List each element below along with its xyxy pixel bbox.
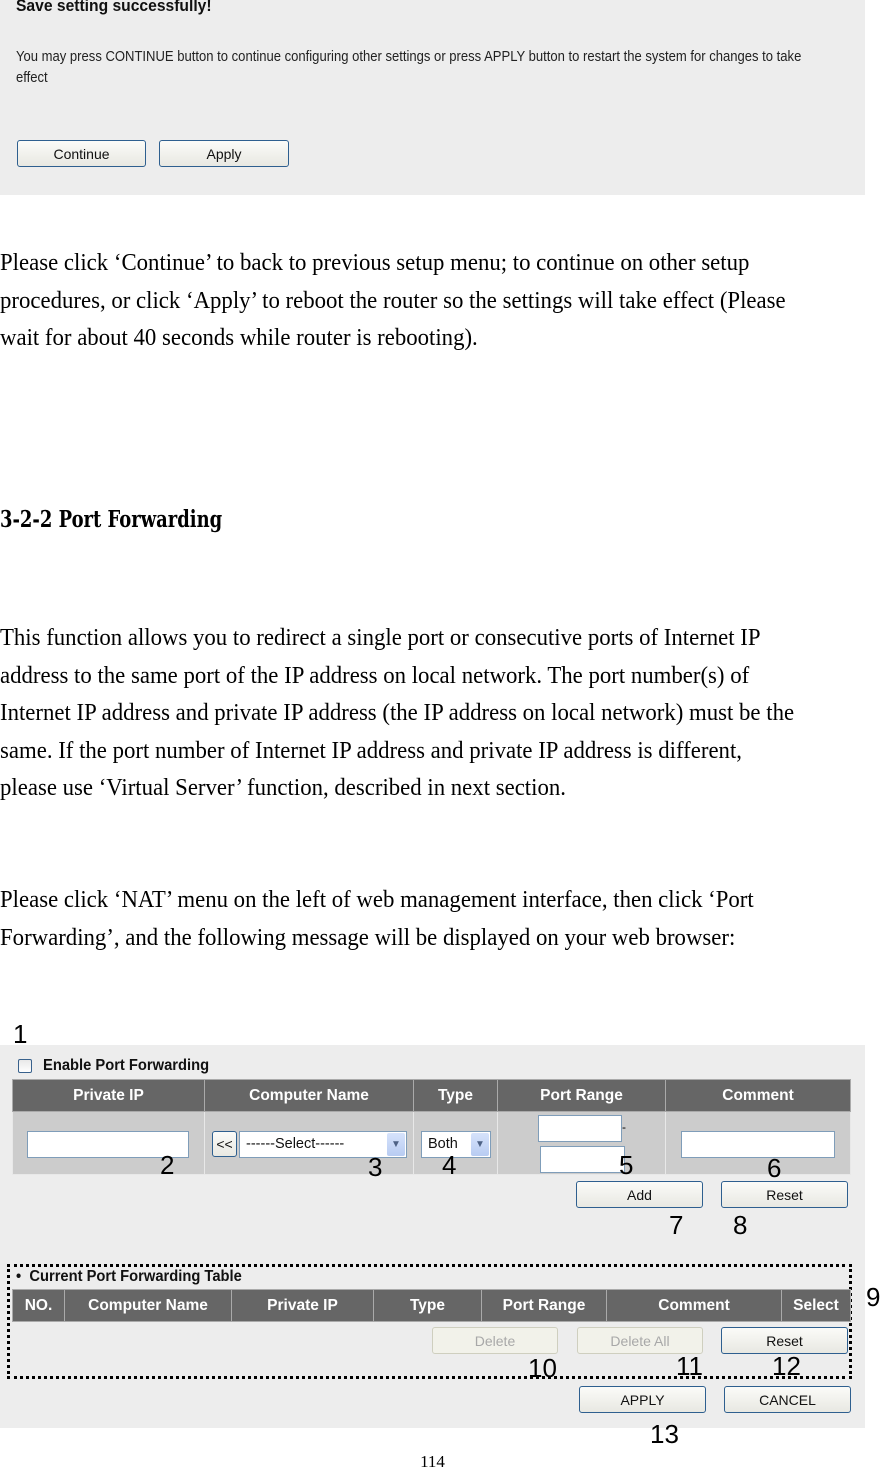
callout-7: 7 [669,1210,684,1240]
continue-button[interactable]: Continue [17,140,146,167]
column-header-type: Type [413,1079,498,1112]
callout-4: 4 [442,1150,457,1180]
apply-settings-button[interactable]: APPLY [579,1386,706,1413]
apply-button[interactable]: Apply [159,140,289,167]
chevron-down-icon: ▼ [387,1133,405,1156]
callout-11: 11 [676,1351,703,1381]
callout-3: 3 [368,1152,383,1182]
callout-6: 6 [767,1153,782,1183]
callout-5: 5 [619,1150,634,1180]
delete-all-button[interactable]: Delete All [577,1327,703,1354]
port-end-input[interactable] [540,1146,625,1173]
bullet-icon: • [16,1268,30,1285]
column-header-no: NO. [12,1289,65,1322]
navigation-paragraph: Please click ‘NAT’ menu on the left of w… [0,886,754,951]
enable-port-forwarding-label: Enable Port Forwarding [43,1057,210,1074]
column-header-comment: Comment [606,1289,782,1322]
column-header-select: Select [781,1289,851,1322]
callout-12: 12 [772,1351,801,1381]
column-header-port-range: Port Range [497,1079,666,1112]
column-header-comment: Comment [665,1079,851,1112]
callout-13: 13 [650,1419,679,1449]
cancel-button[interactable]: CANCEL [724,1386,851,1413]
port-start-input[interactable] [538,1115,622,1142]
column-header-port-range: Port Range [481,1289,607,1322]
enable-port-forwarding-checkbox[interactable] [18,1059,32,1073]
page-number: 114 [420,1452,445,1471]
save-success-panel: Save setting successfully! You may press… [0,0,865,195]
callout-10: 10 [528,1353,557,1383]
column-header-computer-name: Computer Name [204,1079,414,1112]
save-success-message: You may press CONTINUE button to continu… [16,49,802,86]
port-forwarding-entry-table: Private IP Computer Name Type Port Range… [12,1079,851,1175]
delete-button[interactable]: Delete [432,1327,558,1354]
column-header-private-ip: Private IP [12,1079,205,1112]
port-range-separator: - [622,1120,626,1134]
comment-input[interactable] [681,1131,835,1158]
reset-entry-button[interactable]: Reset [721,1181,848,1208]
column-header-computer-name: Computer Name [64,1289,232,1322]
column-header-type: Type [373,1289,482,1322]
callout-2: 2 [160,1150,175,1180]
copy-computer-ip-button[interactable]: << [212,1131,237,1157]
callout-9: 9 [866,1282,881,1312]
reset-table-button[interactable]: Reset [721,1327,848,1354]
instruction-paragraph: Please click ‘Continue’ to back to previ… [0,249,786,351]
callout-1: 1 [13,1019,28,1049]
current-table-title: • Current Port Forwarding Table [16,1268,242,1286]
current-table-title-text: Current Port Forwarding Table [29,1268,242,1285]
computer-name-selected-value: ------Select------ [246,1136,345,1152]
current-port-forwarding-table: NO. Computer Name Private IP Type Port R… [12,1289,851,1322]
column-header-private-ip: Private IP [231,1289,374,1322]
callout-8: 8 [733,1210,748,1240]
save-success-title: Save setting successfully! [16,0,212,15]
add-button[interactable]: Add [576,1181,703,1208]
description-paragraph: This function allows you to redirect a s… [0,624,795,801]
section-heading: 3-2-2 Port Forwarding [0,506,223,533]
chevron-down-icon: ▼ [471,1133,489,1156]
